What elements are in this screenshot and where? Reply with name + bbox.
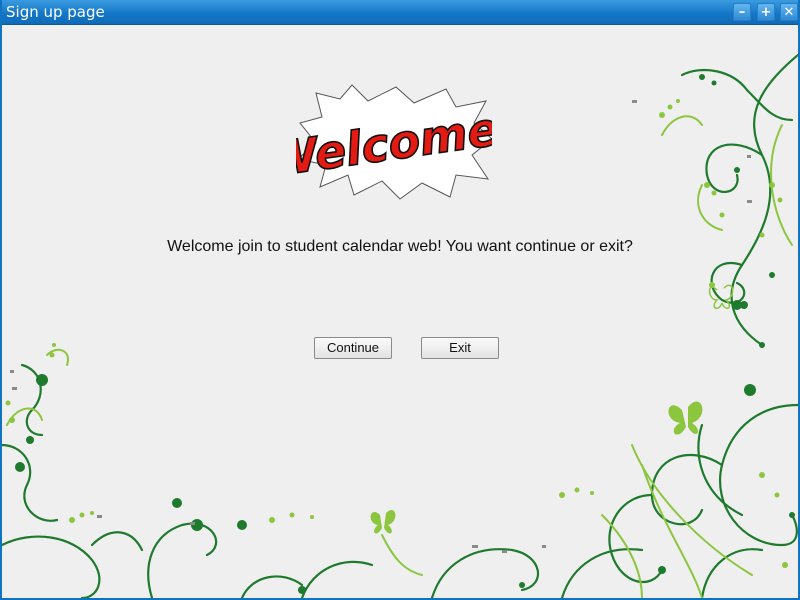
minimize-icon[interactable]: – — [733, 3, 751, 21]
close-icon[interactable]: ✕ — [780, 3, 798, 21]
welcome-message: Welcome join to student calendar web! Yo… — [167, 238, 633, 255]
exit-button[interactable]: Exit — [421, 337, 499, 359]
continue-button[interactable]: Continue — [314, 337, 392, 359]
title-bar[interactable]: Sign up page – + ✕ — [2, 0, 798, 25]
welcome-banner-logo: Welcome! — [296, 84, 492, 200]
signup-window: Sign up page – + ✕ Welcome! Welcome join… — [0, 0, 800, 600]
window-title: Sign up page — [6, 3, 105, 21]
maximize-icon[interactable]: + — [757, 3, 775, 21]
content-area: Welcome! Welcome join to student calenda… — [2, 25, 798, 598]
